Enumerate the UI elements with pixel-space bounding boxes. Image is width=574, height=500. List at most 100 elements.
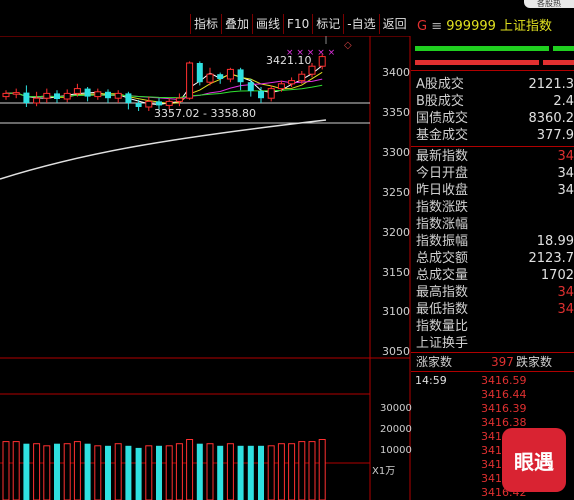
volume-bar	[54, 443, 60, 500]
volume-bar	[298, 441, 306, 500]
index-value: 34	[557, 183, 574, 198]
price-chart[interactable]: × × × × × ◇	[0, 36, 411, 500]
volume-bar	[114, 443, 122, 500]
candle	[33, 97, 41, 104]
candle	[63, 92, 71, 100]
volume-label-10000: 10000	[380, 445, 412, 456]
divider	[411, 70, 574, 71]
price-label-3400: 3400	[382, 66, 410, 79]
price-label-3050: 3050	[382, 345, 410, 358]
index-row: 最新指数 34	[411, 148, 574, 165]
rise-count: 397	[491, 355, 514, 369]
tick-price: 341	[481, 472, 502, 485]
index-label: 最高指数	[416, 285, 469, 300]
candle	[145, 100, 153, 108]
candle	[318, 56, 326, 67]
stat-value: 8360.2	[528, 111, 574, 126]
chart-toolbar: 指标 叠加 画线 F10 标记 -自选 返回	[190, 14, 410, 36]
toolbar-back-button[interactable]: 返回	[378, 14, 410, 34]
candle	[288, 80, 296, 85]
volume-bar	[277, 443, 285, 500]
index-value: 2123.7	[528, 251, 574, 266]
app-logo[interactable]: 眼遇	[502, 428, 566, 492]
tick-price: 3416.39	[481, 402, 527, 415]
index-row: 最低指数 34	[411, 301, 574, 318]
top-tab[interactable]: 各股热	[524, 0, 574, 8]
index-label: 最新指数	[416, 149, 469, 164]
candle	[125, 93, 132, 103]
index-label: 上证换手	[416, 336, 469, 351]
price-label-3250: 3250	[382, 186, 410, 199]
menu-icon[interactable]: ≡	[431, 19, 442, 34]
candle	[114, 92, 122, 99]
candle	[12, 92, 20, 95]
price-label-3100: 3100	[382, 305, 410, 318]
candle	[2, 92, 10, 98]
volume-bar	[318, 439, 326, 500]
stat-row: A股成交 2121.3	[411, 76, 574, 93]
toolbar-overlay-button[interactable]: 叠加	[221, 14, 252, 34]
volume-bar	[258, 445, 264, 500]
stock-code: 999999	[446, 19, 496, 34]
volume-bar	[156, 445, 162, 500]
index-label: 指数涨幅	[416, 217, 469, 232]
volume-bar	[2, 441, 10, 500]
toolbar-indicator-button[interactable]: 指标	[190, 14, 221, 34]
volume-bar	[43, 445, 51, 500]
volume-bar	[23, 443, 30, 500]
tick-row: 3416.39	[411, 402, 574, 416]
rise-label: 涨家数	[416, 355, 453, 369]
candle	[105, 91, 111, 99]
candle	[267, 88, 275, 99]
candle	[226, 68, 234, 80]
fall-label: 跌家数	[516, 355, 553, 369]
index-value: 1702	[540, 268, 574, 283]
volume-bar	[217, 445, 224, 500]
toolbar-watchlist-button[interactable]: -自选	[343, 14, 378, 34]
tick-row: 3416.44	[411, 388, 574, 402]
index-value: 34	[557, 166, 574, 181]
volume-bar	[237, 445, 244, 500]
stat-value: 377.9	[536, 128, 574, 143]
stat-label: B股成交	[416, 94, 464, 109]
volume-bar	[267, 445, 275, 500]
volume-bar	[186, 439, 194, 500]
price-label-3200: 3200	[382, 226, 410, 239]
candle	[298, 73, 306, 82]
candle	[54, 93, 60, 99]
index-label: 指数涨跌	[416, 200, 469, 215]
stat-label: A股成交	[416, 77, 464, 92]
volume-bar	[175, 443, 183, 500]
index-label: 指数量比	[416, 319, 469, 334]
index-value: 34	[557, 302, 574, 317]
candle	[73, 88, 81, 94]
index-row: 指数涨跌	[411, 199, 574, 216]
volume-bar	[308, 441, 316, 500]
top-strip	[0, 0, 574, 13]
volume-unit-label: X1万	[372, 466, 396, 477]
price-label-3150: 3150	[382, 266, 410, 279]
toolbar-draw-button[interactable]: 画线	[252, 14, 283, 34]
toolbar-mark-button[interactable]: 标记	[312, 14, 343, 34]
price-label-3300: 3300	[382, 146, 410, 159]
tick-price: 341	[481, 444, 502, 457]
index-stats: 最新指数 34 今日开盘 34 昨日收盘 34 指数涨跌 指数涨幅 指数振幅 18.99…	[411, 148, 574, 352]
candle	[258, 91, 264, 99]
candle	[247, 82, 254, 91]
volume-bar	[84, 443, 91, 500]
candle	[196, 63, 203, 83]
range-box-label: 3357.02 - 3358.80	[154, 107, 256, 120]
stock-name: 上证指数	[500, 19, 553, 34]
candle	[23, 92, 30, 103]
divider	[411, 146, 574, 147]
candle	[135, 103, 142, 107]
volume-bar	[247, 445, 254, 500]
buy-strength-bar	[415, 46, 549, 51]
stat-value: 2121.3	[528, 77, 574, 92]
stat-label: 基金成交	[416, 128, 469, 143]
toolbar-f10-button[interactable]: F10	[283, 14, 312, 34]
index-value: 34	[557, 149, 574, 164]
volume-bar	[63, 443, 71, 500]
index-value: 18.99	[536, 234, 574, 249]
market-stats: A股成交 2121.3 B股成交 2.4 国债成交 8360.2 基金成交 377.9	[411, 76, 574, 144]
